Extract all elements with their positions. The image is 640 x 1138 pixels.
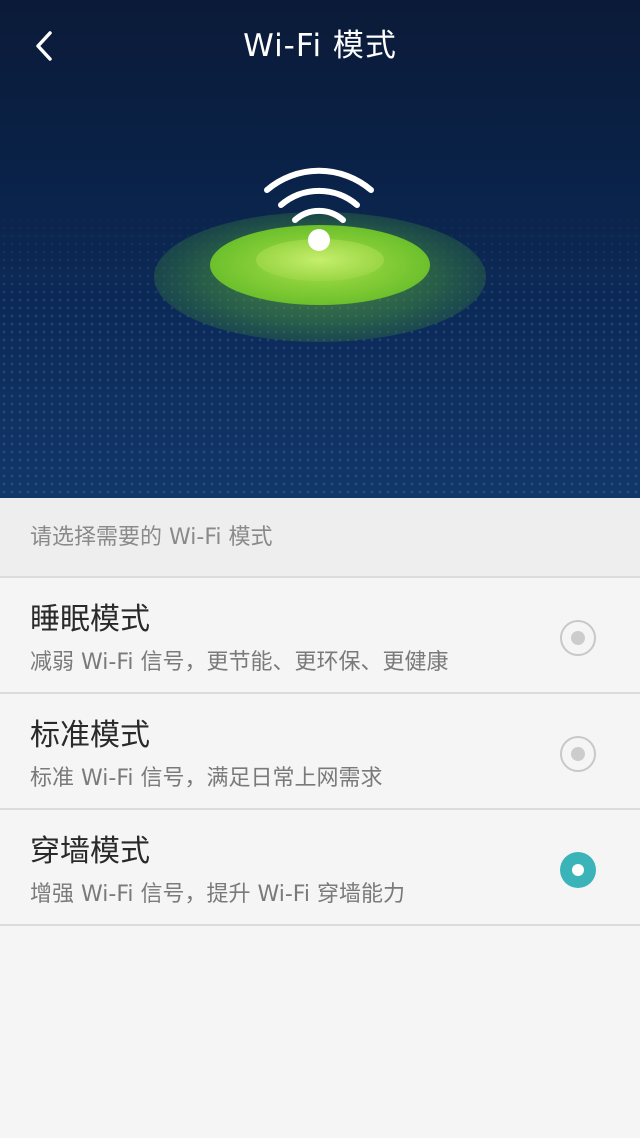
mode-title: 睡眠模式 <box>30 602 150 637</box>
signal-arc-medium <box>278 187 360 208</box>
mode-description: 增强 Wi-Fi 信号，提升 Wi-Fi 穿墙能力 <box>30 882 405 907</box>
radio-dot <box>571 747 585 761</box>
mode-option-sleep[interactable]: 睡眠模式 减弱 Wi-Fi 信号，更节能、更环保、更健康 <box>0 578 640 694</box>
mode-radio-wall-penetration[interactable] <box>560 852 596 888</box>
mode-description: 减弱 Wi-Fi 信号，更节能、更环保、更健康 <box>30 650 449 675</box>
mode-list: 睡眠模式 减弱 Wi-Fi 信号，更节能、更环保、更健康 标准模式 标准 Wi-… <box>0 578 640 926</box>
radio-dot <box>572 864 584 876</box>
mode-option-standard[interactable]: 标准模式 标准 Wi-Fi 信号，满足日常上网需求 <box>0 694 640 810</box>
hero-banner: Wi-Fi 模式 <box>0 0 640 498</box>
mode-title: 标准模式 <box>30 718 150 753</box>
signal-arc-large <box>264 167 374 193</box>
mode-title: 穿墙模式 <box>30 834 150 869</box>
mode-prompt-bar: 请选择需要的 Wi-Fi 模式 <box>0 498 640 578</box>
mode-prompt-text: 请选择需要的 Wi-Fi 模式 <box>30 525 273 550</box>
radio-dot <box>571 631 585 645</box>
wifi-mode-screen: Wi-Fi 模式 请选择需要的 Wi-Fi 模式 睡眠模式 减弱 Wi-Fi 信… <box>0 0 640 1138</box>
page-title: Wi-Fi 模式 <box>243 28 397 64</box>
mode-radio-standard[interactable] <box>560 736 596 772</box>
mode-radio-sleep[interactable] <box>560 620 596 656</box>
wifi-signal-icon <box>154 167 486 342</box>
signal-dot <box>308 229 330 251</box>
mode-option-wall-penetration[interactable]: 穿墙模式 增强 Wi-Fi 信号，提升 Wi-Fi 穿墙能力 <box>0 810 640 926</box>
mode-description: 标准 Wi-Fi 信号，满足日常上网需求 <box>30 766 383 791</box>
